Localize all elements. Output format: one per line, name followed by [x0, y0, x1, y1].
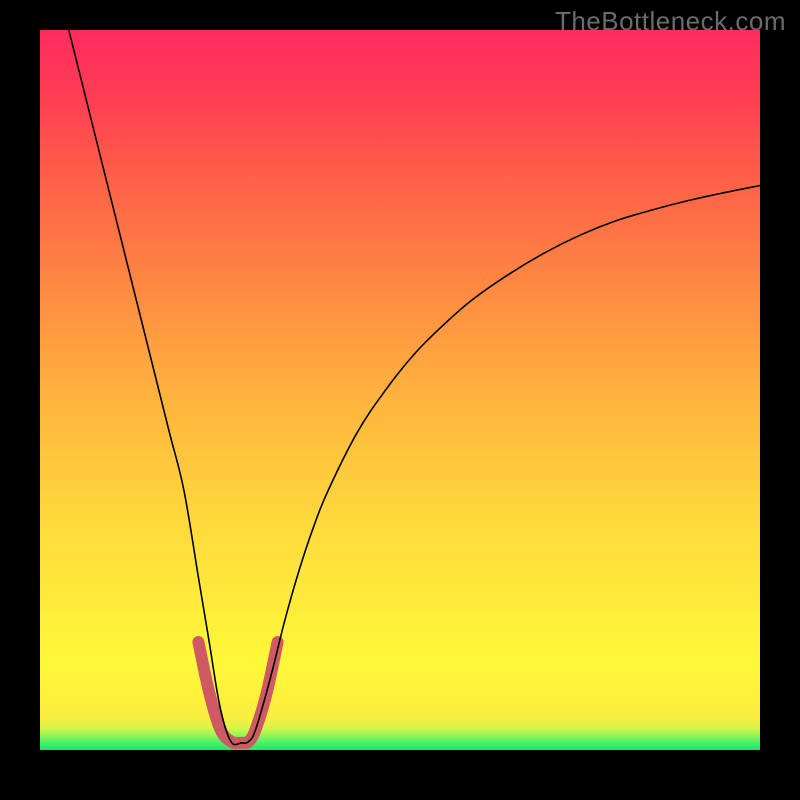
plot-area: [40, 30, 760, 750]
watermark-text: TheBottleneck.com: [555, 6, 786, 37]
bottleneck-curve: [69, 30, 760, 745]
chart-frame: TheBottleneck.com: [0, 0, 800, 800]
chart-svg: [40, 30, 760, 750]
